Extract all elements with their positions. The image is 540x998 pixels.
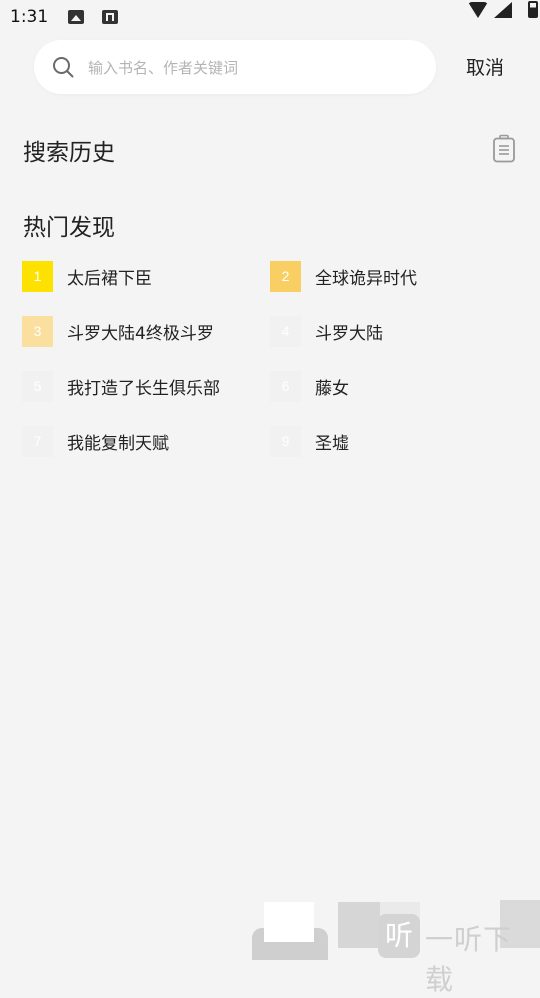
rank-badge: 7	[22, 426, 53, 457]
rank-badge: 3	[22, 316, 53, 347]
rank-badge: 1	[22, 261, 53, 292]
search-icon	[53, 57, 74, 78]
trash-icon[interactable]	[491, 134, 517, 164]
status-time: 1:31	[10, 7, 49, 27]
book-title: 圣墟	[315, 434, 349, 454]
hot-list-item[interactable]: 2 全球诡异时代	[270, 260, 510, 294]
search-bar[interactable]	[34, 40, 436, 94]
wifi-icon	[468, 2, 488, 18]
rank-badge: 2	[270, 261, 301, 292]
status-bar: 1:31	[0, 0, 540, 36]
book-title: 全球诡异时代	[315, 269, 417, 289]
hot-list-item[interactable]: 9 圣墟	[270, 425, 510, 459]
book-title: 我能复制天赋	[67, 434, 169, 454]
rank-badge: 9	[270, 426, 301, 457]
book-title: 我打造了长生俱乐部	[67, 379, 220, 399]
book-title: 斗罗大陆4终极斗罗	[67, 324, 214, 344]
search-history-title: 搜索历史	[23, 140, 115, 166]
watermark-text: 一听下载	[425, 923, 513, 996]
hot-list-item[interactable]: 1 太后裙下臣	[22, 260, 262, 294]
hot-discovery-title: 热门发现	[23, 215, 115, 241]
book-title: 太后裙下臣	[67, 269, 152, 289]
watermark-logo: 听	[378, 914, 420, 958]
rank-badge: 5	[22, 371, 53, 402]
app-notification-icon	[102, 10, 118, 24]
hot-list-item[interactable]: 4 斗罗大陆	[270, 315, 510, 349]
hot-list-item[interactable]: 6 藤女	[270, 370, 510, 404]
rank-badge: 6	[270, 371, 301, 402]
book-title: 斗罗大陆	[315, 324, 383, 344]
hot-list-item[interactable]: 3 斗罗大陆4终极斗罗	[22, 315, 262, 349]
cancel-button[interactable]: 取消	[466, 53, 504, 80]
signal-icon	[494, 2, 512, 18]
hot-list-item[interactable]: 5 我打造了长生俱乐部	[22, 370, 262, 404]
book-title: 藤女	[315, 379, 349, 399]
hot-list-item[interactable]: 7 我能复制天赋	[22, 425, 262, 459]
gallery-icon	[68, 10, 84, 24]
rank-badge: 4	[270, 316, 301, 347]
battery-icon	[528, 1, 538, 18]
search-input[interactable]	[86, 52, 420, 84]
